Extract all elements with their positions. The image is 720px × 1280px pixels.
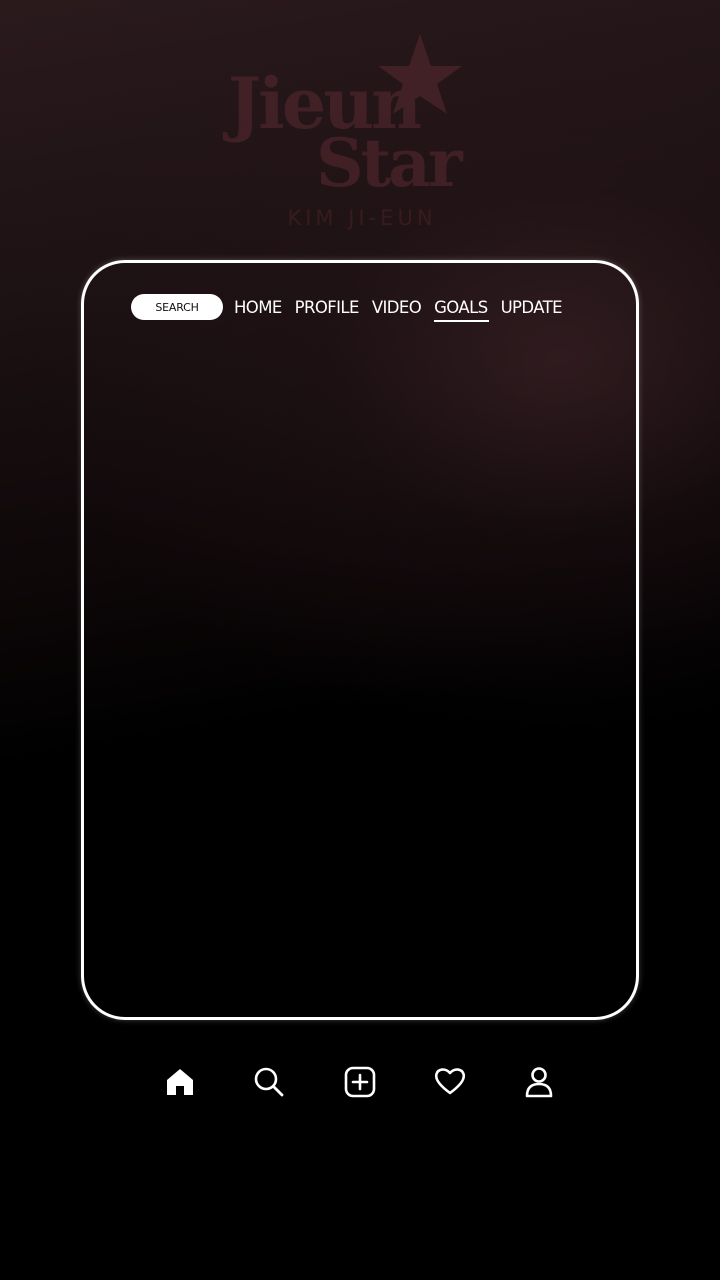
logo-line2: Star: [316, 124, 464, 202]
top-nav: SEARCH HOME PROFILE VIDEO GOALS UPDATE: [131, 292, 575, 322]
nav-item-profile[interactable]: PROFILE: [295, 298, 360, 317]
profile-icon[interactable]: [522, 1064, 556, 1098]
search-button[interactable]: SEARCH: [131, 294, 223, 320]
nav-item-update[interactable]: UPDATE: [501, 298, 563, 317]
logo-subtitle: KIM JI-EUN: [287, 206, 436, 230]
home-icon[interactable]: [163, 1064, 197, 1098]
search-button-label: SEARCH: [155, 300, 199, 314]
app-logo: Jieun Star KIM JI-EUN: [0, 0, 720, 250]
heart-icon[interactable]: [433, 1064, 467, 1098]
bottom-tab-bar: [0, 1060, 720, 1104]
nav-item-goals[interactable]: GOALS: [434, 298, 490, 322]
search-icon[interactable]: [251, 1064, 285, 1098]
content-frame: [81, 260, 639, 1020]
nav-item-home[interactable]: HOME: [234, 298, 282, 317]
nav-item-video[interactable]: VIDEO: [372, 298, 422, 317]
add-icon[interactable]: [343, 1064, 377, 1098]
